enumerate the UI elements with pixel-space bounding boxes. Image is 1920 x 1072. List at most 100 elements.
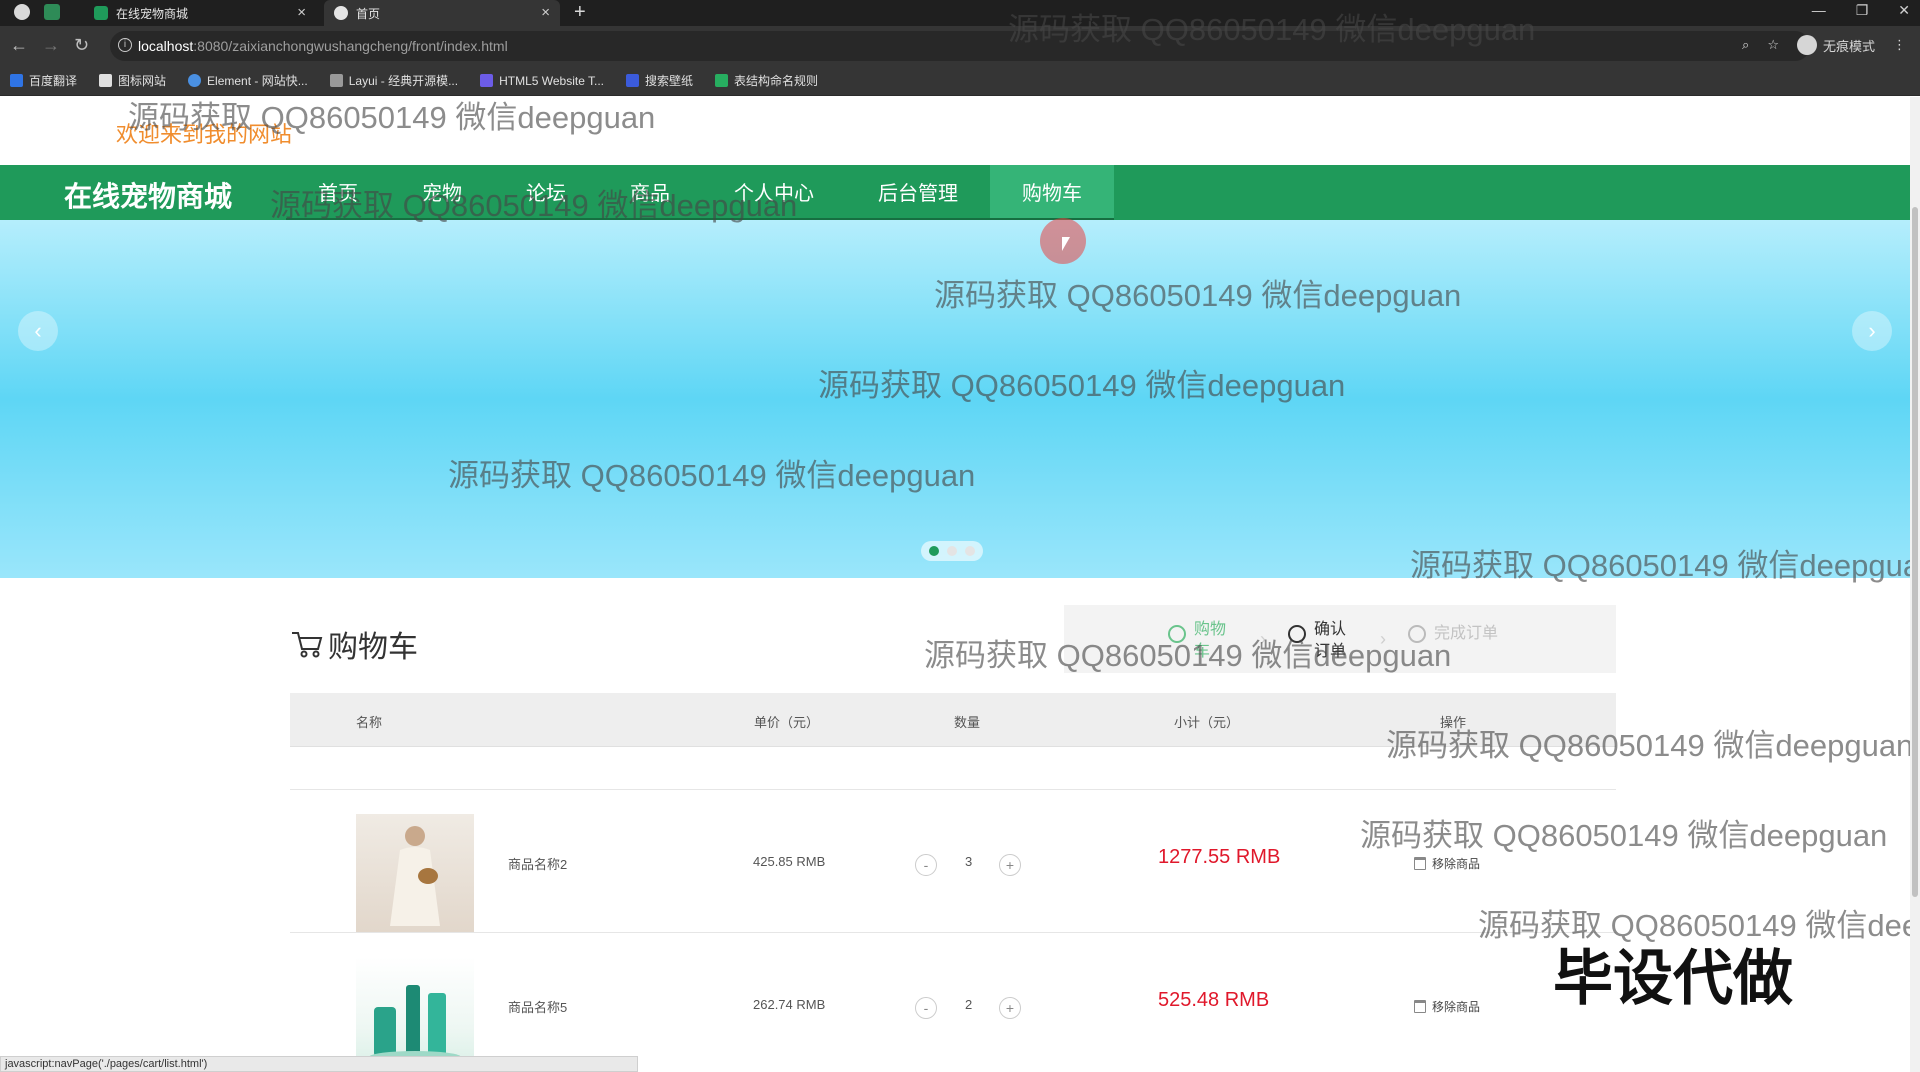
col-price: 单价（元） <box>754 715 820 730</box>
carousel-prev-icon[interactable]: ‹ <box>18 311 58 351</box>
carousel-next-icon[interactable]: › <box>1852 311 1892 351</box>
app-icon[interactable] <box>44 4 60 20</box>
bookmark-star-icon[interactable]: ☆ <box>1767 37 1779 53</box>
mouse-cursor-icon <box>1062 237 1070 251</box>
bookmark-item[interactable]: 百度翻译 <box>10 72 77 89</box>
chrome-icon[interactable] <box>14 4 30 20</box>
unit-price: 262.74 RMB <box>753 997 826 1012</box>
increase-qty-button[interactable]: + <box>999 854 1021 876</box>
product-name[interactable]: 商品名称5 <box>508 997 567 1016</box>
bookmarks-bar: 百度翻译 图标网站 Element - 网站快... Layui - 经典开源模… <box>0 66 1920 96</box>
bookmark-item[interactable]: HTML5 Website T... <box>480 74 604 88</box>
incognito-indicator[interactable]: 无痕模式 <box>1796 35 1875 55</box>
step-cart: 购物车 <box>1168 619 1238 663</box>
remove-item-button[interactable]: 移除商品 <box>1414 855 1480 872</box>
url-path: :8080/zaixianchongwushangcheng/front/ind… <box>193 38 508 54</box>
bookmark-item[interactable]: Element - 网站快... <box>188 72 308 89</box>
cart-title: 购物车 <box>328 631 418 664</box>
cart-heading: 购物车 <box>290 622 418 666</box>
translate-icon <box>10 74 23 87</box>
nav-forum[interactable]: 论坛 <box>494 165 598 220</box>
bookmark-label: 表结构命名规则 <box>734 74 819 88</box>
browser-tab-shop[interactable]: 在线宠物商城 × <box>84 0 316 26</box>
remove-label: 移除商品 <box>1432 857 1481 871</box>
bookmark-label: 搜索壁纸 <box>645 74 694 88</box>
decrease-qty-button[interactable]: - <box>915 997 937 1019</box>
bookmark-label: 百度翻译 <box>29 74 78 88</box>
order-steps: 购物车 › 确认订单 › 完成订单 <box>1064 605 1616 673</box>
bookmark-item[interactable]: Layui - 经典开源模... <box>329 72 459 89</box>
new-tab-button[interactable]: + <box>574 1 586 24</box>
site-title[interactable]: 在线宠物商城 <box>64 175 232 215</box>
step-confirm: 确认订单 <box>1288 619 1358 663</box>
bookmark-label: 图标网站 <box>118 74 167 88</box>
restore-icon[interactable]: ❐ <box>1856 2 1869 19</box>
step-label: 完成订单 <box>1434 625 1499 642</box>
incognito-icon <box>1796 35 1817 55</box>
zoom-icon[interactable]: ⌕ <box>1742 37 1749 53</box>
close-icon[interactable]: × <box>541 4 550 21</box>
carousel-dot[interactable] <box>929 546 939 556</box>
forward-icon[interactable]: → <box>42 35 60 56</box>
nav-cart[interactable]: 购物车 <box>990 165 1114 220</box>
url-host: localhost <box>138 38 194 54</box>
nav-admin[interactable]: 后台管理 <box>846 165 990 220</box>
trash-icon <box>1414 857 1426 870</box>
product-image[interactable] <box>356 957 474 1072</box>
product-image[interactable] <box>356 814 474 932</box>
tab-title: 首页 <box>356 6 381 21</box>
step-todo-icon <box>1408 625 1426 643</box>
minimize-icon[interactable]: — <box>1812 2 1826 19</box>
tab-title: 在线宠物商城 <box>116 6 189 21</box>
cart-table-header: 名称 单价（元） 数量 小计（元） 操作 <box>290 693 1616 747</box>
flag-icon <box>99 74 113 87</box>
element-icon <box>188 74 202 87</box>
html5-icon <box>480 74 494 87</box>
chevron-right-icon: › <box>1380 629 1386 649</box>
address-bar-actions: ⌕ ☆ 无痕模式 ⋮ <box>1742 35 1906 55</box>
product-name[interactable]: 商品名称2 <box>508 854 567 873</box>
nav-home[interactable]: 首页 <box>286 165 390 220</box>
bookmark-item[interactable]: 表结构命名规则 <box>715 72 818 89</box>
bookmark-label: Layui - 经典开源模... <box>348 74 459 88</box>
increase-qty-button[interactable]: + <box>999 997 1021 1019</box>
step-label: 购物车 <box>1194 621 1227 660</box>
step-complete: 完成订单 <box>1408 619 1498 649</box>
back-icon[interactable]: ← <box>10 35 28 56</box>
nav-menu: 首页 宠物 论坛 商品 个人中心 后台管理 购物车 <box>286 165 1114 220</box>
browser-tab-home[interactable]: 首页 × <box>324 0 560 26</box>
nav-pets[interactable]: 宠物 <box>390 165 494 220</box>
col-subtotal: 小计（元） <box>1174 715 1240 730</box>
nav-products[interactable]: 商品 <box>598 165 702 220</box>
page-scrollbar[interactable] <box>1910 97 1920 1072</box>
cart-icon <box>292 632 323 658</box>
nav-profile[interactable]: 个人中心 <box>702 165 846 220</box>
window-controls: — ❐ ✕ <box>1812 2 1910 19</box>
reload-icon[interactable]: ↻ <box>74 35 89 56</box>
quantity-value: 2 <box>965 997 973 1012</box>
menu-icon[interactable]: ⋮ <box>1893 37 1906 53</box>
step-label: 确认订单 <box>1314 621 1347 660</box>
welcome-text: 欢迎来到我的网站 <box>116 122 293 147</box>
chevron-right-icon: › <box>1260 629 1266 649</box>
carousel-dot[interactable] <box>947 546 957 556</box>
link-status-bar: javascript:navPage('./pages/cart/list.ht… <box>0 1056 638 1072</box>
remove-label: 移除商品 <box>1432 1000 1481 1014</box>
sheet-icon <box>715 74 729 87</box>
url-input[interactable]: i localhost:8080/zaixianchongwushangchen… <box>110 31 1810 61</box>
remove-item-button[interactable]: 移除商品 <box>1414 998 1480 1015</box>
decrease-qty-button[interactable]: - <box>915 854 937 876</box>
subtotal: 525.48 RMB <box>1158 989 1270 1011</box>
scrollbar-thumb[interactable] <box>1912 207 1918 897</box>
close-icon[interactable]: × <box>297 4 306 21</box>
wallpaper-icon <box>626 74 640 87</box>
incognito-label: 无痕模式 <box>1822 38 1875 54</box>
carousel-indicators <box>921 541 983 561</box>
close-window-icon[interactable]: ✕ <box>1898 2 1910 19</box>
carousel-dot[interactable] <box>965 546 975 556</box>
carousel-banner: ‹ › <box>0 220 1910 578</box>
bookmark-item[interactable]: 图标网站 <box>99 72 166 89</box>
vue-icon <box>94 6 108 20</box>
site-info-icon[interactable]: i <box>118 38 132 52</box>
bookmark-item[interactable]: 搜索壁纸 <box>626 72 693 89</box>
